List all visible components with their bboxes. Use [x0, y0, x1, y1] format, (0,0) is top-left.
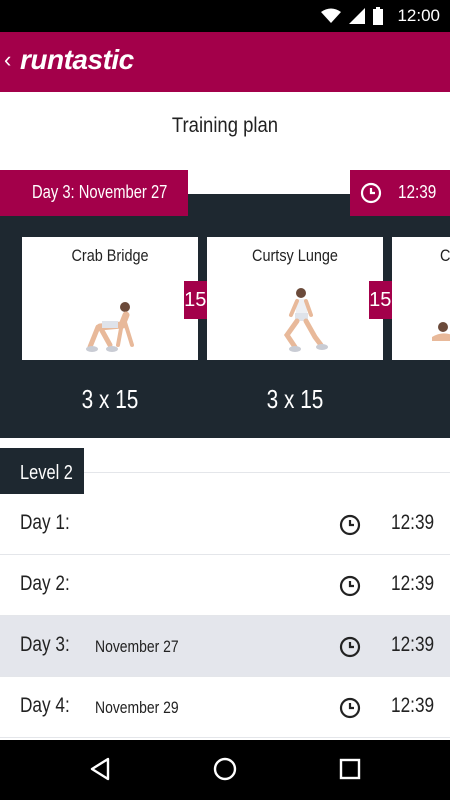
day-duration: 12:39: [391, 572, 435, 595]
day-row-1[interactable]: Day 1: 12:39: [0, 494, 450, 555]
app-bar: ‹ runtastic: [0, 32, 450, 92]
clock-icon: [339, 697, 361, 719]
exercise-name: Cl: [440, 246, 450, 265]
day-label: Day 2:: [20, 572, 70, 595]
clock-icon: [360, 182, 382, 204]
system-nav-bar: [0, 740, 450, 800]
day-row-4[interactable]: Day 4: November 29 12:39: [0, 677, 450, 738]
curtsy-lunge-figure-icon: [283, 288, 328, 352]
exercise-card-crab-bridge[interactable]: Crab Bridge: [22, 237, 198, 360]
day-date: November 27: [95, 637, 179, 656]
clock-icon: [339, 575, 361, 597]
status-bar: 12:00: [0, 0, 450, 32]
exercise-name: Crab Bridge: [71, 246, 149, 265]
day-label: Day 4:: [20, 694, 70, 717]
day-row-2[interactable]: Day 2: 12:39: [0, 555, 450, 616]
exercise-reps: 3 x 15: [266, 384, 324, 414]
exercise-figure-icon: [432, 322, 450, 341]
page-title: Training plan: [171, 114, 279, 137]
current-day-duration-tab: 12:39: [350, 170, 450, 216]
nav-recents-icon[interactable]: [338, 754, 362, 784]
day-duration: 12:39: [391, 511, 435, 534]
day-duration: 12:39: [391, 633, 435, 656]
battery-icon: [373, 7, 384, 25]
crab-bridge-figure-icon: [86, 302, 134, 352]
current-day-tab: Day 3: November 27: [0, 170, 188, 216]
day-row-3[interactable]: Day 3: November 27 12:39: [0, 616, 450, 677]
clock-icon: [339, 514, 361, 536]
nav-home-icon[interactable]: [212, 754, 238, 784]
wifi-icon: [321, 8, 342, 23]
day-date: November 29: [95, 698, 179, 717]
signal-icon: [349, 8, 366, 24]
title-area: Training plan: [0, 92, 450, 170]
exercise-name: Curtsy Lunge: [252, 246, 338, 265]
clock-icon: [339, 636, 361, 658]
day-label: Day 3:: [20, 633, 70, 656]
exercise-reps: 3 x 15: [81, 384, 139, 414]
current-day-label: Day 3: November 27: [32, 182, 168, 202]
day-duration: 12:39: [391, 694, 435, 717]
back-chevron-icon[interactable]: ‹: [4, 48, 11, 72]
current-day-duration: 12:39: [398, 182, 437, 202]
day-label: Day 1:: [20, 511, 70, 534]
level-label: Level 2: [20, 462, 73, 484]
nav-back-icon[interactable]: [88, 754, 112, 784]
status-time: 12:00: [397, 6, 440, 25]
runtastic-logo: runtastic: [20, 44, 134, 75]
level-tab: Level 2: [0, 448, 84, 498]
exercise-card-curtsy-lunge[interactable]: Curtsy Lunge: [207, 237, 383, 360]
exercise-card-partial[interactable]: Cl: [392, 237, 450, 360]
